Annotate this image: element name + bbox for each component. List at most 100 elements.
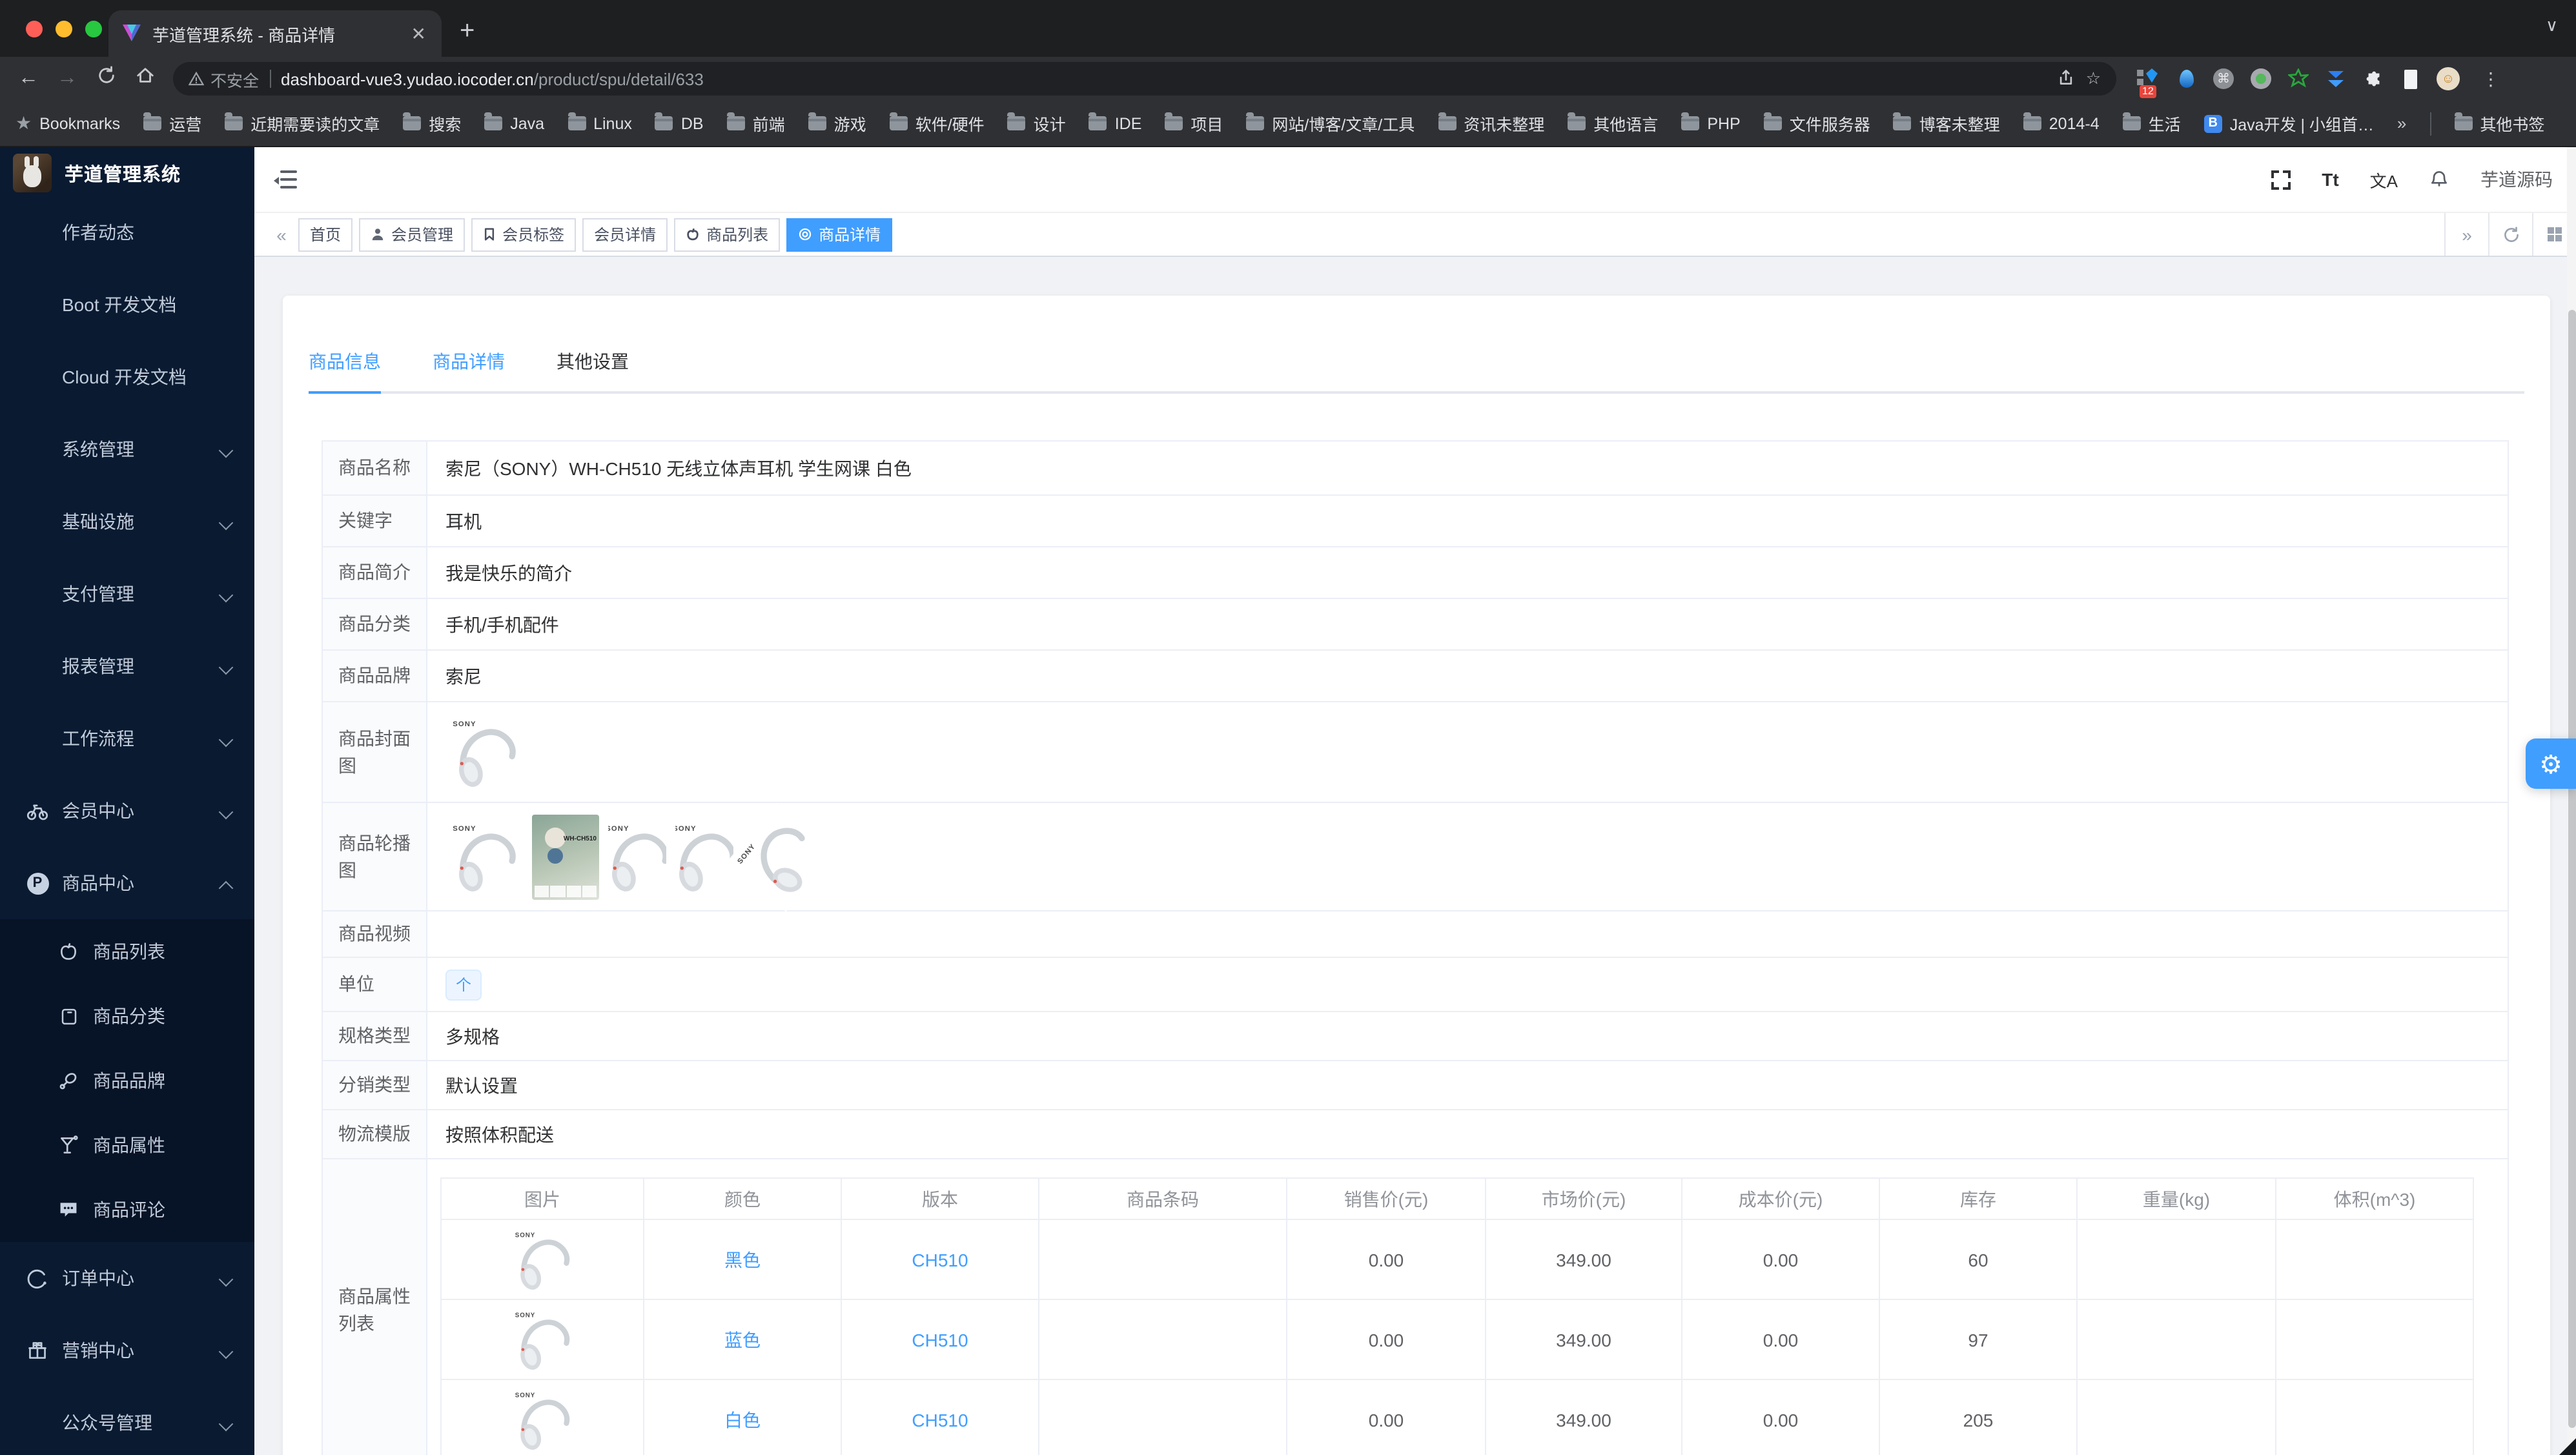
bookmark-folder-item[interactable]: 近期需要读的文章 xyxy=(225,111,380,136)
browser-tab[interactable]: 芋道管理系统 - 商品详情 ✕ xyxy=(108,10,442,57)
sku-version-link[interactable]: CH510 xyxy=(912,1249,968,1270)
carousel-image[interactable] xyxy=(726,802,836,911)
profile-avatar[interactable]: ☺ xyxy=(2437,67,2460,90)
forward-button[interactable]: → xyxy=(52,67,83,90)
sidebar-item-boot-docs[interactable]: Boot 开发文档 xyxy=(0,269,254,341)
language-icon[interactable]: 文A xyxy=(2370,167,2398,192)
collapse-sidebar-icon[interactable] xyxy=(274,170,297,188)
bookmark-folder-item[interactable]: 博客未整理 xyxy=(1893,111,2000,136)
carousel-image[interactable] xyxy=(608,818,666,895)
bookmark-folder-item[interactable]: 设计 xyxy=(1007,111,1066,136)
extensions-puzzle-icon[interactable] xyxy=(2362,67,2385,90)
bookmark-folder-item[interactable]: 软件/硬件 xyxy=(889,111,985,136)
tab-product-info[interactable]: 商品信息 xyxy=(309,342,381,394)
bookmark-folder-item[interactable]: 网站/博客/文章/工具 xyxy=(1246,111,1415,136)
sidebar-item-marketing-center[interactable]: 营销中心 xyxy=(0,1314,254,1387)
url-text[interactable]: dashboard-vue3.yudao.iocoder.cn/product/… xyxy=(281,69,2047,88)
sidebar-item-product-center[interactable]: P 商品中心 xyxy=(0,847,254,919)
bookmark-folder-item[interactable]: 生活 xyxy=(2122,111,2181,136)
tag-home[interactable]: 首页 xyxy=(298,218,353,251)
bookmark-star-icon[interactable]: ☆ xyxy=(2086,68,2101,89)
sku-color-link[interactable]: 蓝色 xyxy=(724,1329,761,1350)
extension-balloon-icon[interactable] xyxy=(2174,67,2198,90)
bookmarks-overflow-chevron[interactable]: » xyxy=(2397,114,2406,133)
sidebar-item-product-attribute[interactable]: 商品属性 xyxy=(0,1113,254,1177)
sku-image[interactable] xyxy=(509,1386,576,1453)
sidebar-item-product-brand[interactable]: 商品品牌 xyxy=(0,1048,254,1113)
bookmarks-label[interactable]: ★ Bookmarks xyxy=(15,112,120,134)
extension-command-icon[interactable]: ⌘ xyxy=(2212,67,2235,90)
sidebar-item-author-news[interactable]: 作者动态 xyxy=(0,196,254,269)
extension-star-icon[interactable] xyxy=(2287,67,2310,90)
bookmark-folder-item[interactable]: 其他语言 xyxy=(1568,111,1658,136)
carousel-poster-image[interactable]: WH-CH510 xyxy=(532,814,599,899)
bookmark-folder-item[interactable]: 2014-4 xyxy=(2023,112,2100,132)
bookmark-folder-item[interactable]: Linux xyxy=(567,112,632,132)
sidebar-item-member-center[interactable]: 会员中心 xyxy=(0,775,254,847)
sku-image[interactable] xyxy=(509,1306,576,1373)
tag-product-list[interactable]: 商品列表 xyxy=(674,218,781,251)
bookmark-folder-item[interactable]: 文件服务器 xyxy=(1763,111,1870,136)
scrollbar-thumb[interactable] xyxy=(2568,310,2575,1428)
minimize-window-button[interactable] xyxy=(56,20,72,37)
extension-panel-icon[interactable] xyxy=(2399,67,2422,90)
extension-recorder-icon[interactable] xyxy=(2249,67,2273,90)
home-button[interactable] xyxy=(129,66,160,92)
sidebar-item-report[interactable]: 报表管理 xyxy=(0,630,254,702)
share-icon[interactable] xyxy=(2058,68,2076,90)
sidebar-item-order-center[interactable]: 订单中心 xyxy=(0,1242,254,1314)
bookmark-folder-item[interactable]: 资讯未整理 xyxy=(1438,111,1544,136)
page-scrollbar[interactable] xyxy=(2567,147,2576,1455)
sidebar-item-workflow[interactable]: 工作流程 xyxy=(0,702,254,775)
tags-scroll-left-icon[interactable]: « xyxy=(265,224,298,245)
tags-scroll-right-icon[interactable]: » xyxy=(2444,213,2488,256)
security-status[interactable]: 不安全 xyxy=(189,66,259,91)
carousel-image[interactable] xyxy=(675,818,733,895)
cover-image[interactable] xyxy=(445,713,523,791)
tag-product-detail[interactable]: 商品详情 xyxy=(786,218,893,251)
bookmark-folder-item[interactable]: 前端 xyxy=(726,111,785,136)
sku-version-link[interactable]: CH510 xyxy=(912,1409,968,1430)
sidebar-logo[interactable]: 芋道管理系统 xyxy=(0,150,254,196)
tab-product-detail[interactable]: 商品详情 xyxy=(433,342,505,394)
settings-fab-button[interactable]: ⚙ xyxy=(2526,738,2576,789)
bookmark-folder-item[interactable]: DB xyxy=(655,112,704,132)
sidebar-item-product-category[interactable]: 商品分类 xyxy=(0,984,254,1048)
bookmark-folder-item[interactable]: PHP xyxy=(1681,112,1741,132)
reload-button[interactable] xyxy=(90,66,121,92)
bookmark-folder-item[interactable]: 运营 xyxy=(143,111,201,136)
window-controls[interactable] xyxy=(8,0,120,57)
bookmark-folder-item[interactable]: Java xyxy=(484,112,544,132)
bookmark-folder-item[interactable]: 搜索 xyxy=(403,111,461,136)
sidebar-item-mp-manage[interactable]: 公众号管理 xyxy=(0,1387,254,1455)
sidebar-item-pay[interactable]: 支付管理 xyxy=(0,558,254,630)
other-bookmarks-item[interactable]: 其他书签 xyxy=(2454,111,2544,136)
sku-image[interactable] xyxy=(509,1226,576,1293)
sidebar-item-product-comment[interactable]: 商品评论 xyxy=(0,1177,254,1242)
tag-member-detail[interactable]: 会员详情 xyxy=(582,218,668,251)
new-tab-button[interactable]: + xyxy=(460,17,475,46)
sidebar-item-system[interactable]: 系统管理 xyxy=(0,413,254,485)
browser-menu-icon[interactable]: ⋮ xyxy=(2482,68,2500,90)
sidebar-item-product-list[interactable]: 商品列表 xyxy=(0,919,254,984)
username[interactable]: 芋道源码 xyxy=(2480,167,2553,192)
font-size-icon[interactable]: Tt xyxy=(2322,169,2338,190)
bookmark-site-item[interactable]: B Java开发 | 小组首… xyxy=(2203,111,2374,136)
tag-member-manage[interactable]: 会员管理 xyxy=(359,218,465,251)
fullscreen-icon[interactable] xyxy=(2271,170,2291,189)
tag-member-tag[interactable]: 会员标签 xyxy=(471,218,577,251)
refresh-icon[interactable] xyxy=(2488,213,2532,256)
tab-search-chevron-icon[interactable]: ∨ xyxy=(2546,15,2558,36)
tab-other-settings[interactable]: 其他设置 xyxy=(557,342,629,394)
maximize-window-button[interactable] xyxy=(85,20,102,37)
address-bar[interactable]: 不安全 dashboard-vue3.yudao.iocoder.cn/prod… xyxy=(173,62,2116,96)
sidebar-item-infra[interactable]: 基础设施 xyxy=(0,485,254,558)
tab-close-icon[interactable]: ✕ xyxy=(409,23,429,45)
back-button[interactable]: ← xyxy=(13,67,44,90)
notification-bell-icon[interactable] xyxy=(2429,169,2449,190)
bookmark-folder-item[interactable]: 游戏 xyxy=(808,111,866,136)
sku-color-link[interactable]: 白色 xyxy=(724,1409,761,1430)
extension-vue-devtools-icon[interactable] xyxy=(2324,67,2347,90)
carousel-image[interactable] xyxy=(445,818,523,895)
bookmark-folder-item[interactable]: 项目 xyxy=(1165,111,1223,136)
